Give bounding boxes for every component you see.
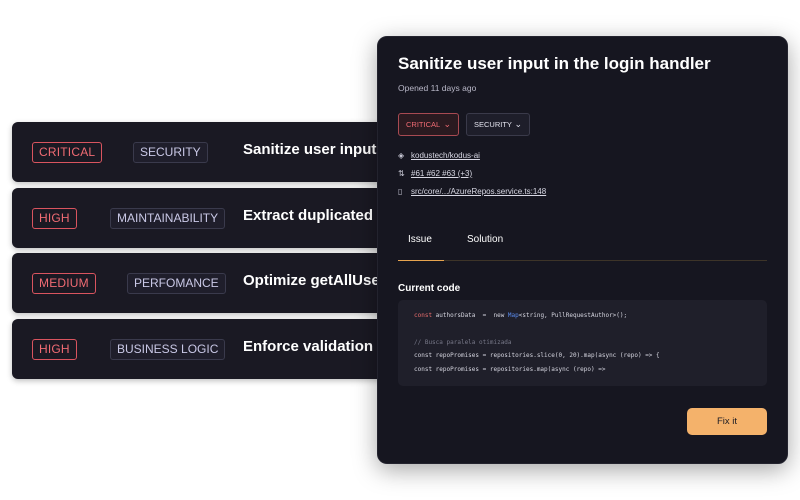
tab-issue[interactable]: Issue <box>408 234 432 245</box>
issue-row[interactable]: HIGH BUSINESS LOGIC Enforce validation o… <box>12 319 432 379</box>
category-badge: MAINTAINABILITY <box>110 208 226 229</box>
severity-select[interactable]: CRITICAL ⌄ <box>398 113 459 136</box>
panel-title: Sanitize user input in the login handler <box>398 54 711 73</box>
severity-badge: HIGH <box>32 208 77 229</box>
issue-title: Optimize getAllUsers <box>243 272 394 289</box>
code-line: const authorsData = new Map<string, Pull… <box>414 312 628 319</box>
issue-detail-panel: Sanitize user input in the login handler… <box>377 36 788 464</box>
code-comment: // Busca paralela otimizada <box>414 339 512 346</box>
file-row: ▯ src/core/.../AzureRepos.service.ts:148 <box>398 187 546 199</box>
issue-row[interactable]: HIGH MAINTAINABILITY Extract duplicated … <box>12 188 432 248</box>
tab-solution[interactable]: Solution <box>467 234 503 245</box>
opened-date: Opened 11 days ago <box>398 83 477 93</box>
tab-divider <box>398 260 767 261</box>
fix-it-button[interactable]: Fix it <box>687 408 767 435</box>
pull-requests-row: ⇅ #61 #62 #63 (+3) <box>398 169 472 181</box>
category-badge: SECURITY <box>133 142 208 163</box>
category-select-value: SECURITY <box>474 120 512 129</box>
severity-badge: HIGH <box>32 339 77 360</box>
branch-icon: ◈ <box>398 151 405 160</box>
severity-select-value: CRITICAL <box>406 120 441 129</box>
code-line: const repoPromises = repositories.map(as… <box>414 366 606 373</box>
file-icon: ▯ <box>398 187 403 196</box>
category-badge: PERFOMANCE <box>127 273 226 294</box>
issue-row[interactable]: MEDIUM PERFOMANCE Optimize getAllUsers <box>12 253 432 313</box>
issue-title: Enforce validation on <box>243 338 396 355</box>
pull-request-links[interactable]: #61 #62 #63 (+3) <box>411 169 472 178</box>
issue-row[interactable]: CRITICAL SECURITY Sanitize user input in… <box>12 122 432 182</box>
chevron-down-icon: ⌄ <box>514 119 522 129</box>
code-line: const repoPromises = repositories.slice(… <box>414 352 660 359</box>
current-code-label: Current code <box>398 283 461 294</box>
file-path-link[interactable]: src/core/.../AzureRepos.service.ts:148 <box>411 187 546 196</box>
category-select[interactable]: SECURITY ⌄ <box>466 113 530 136</box>
severity-badge: MEDIUM <box>32 273 96 294</box>
code-block: const authorsData = new Map<string, Pull… <box>398 300 767 386</box>
repo-link[interactable]: kodustech/kodus-ai <box>411 151 480 160</box>
tab-active-indicator <box>398 260 444 261</box>
repo-row: ◈ kodustech/kodus-ai <box>398 151 480 163</box>
chevron-down-icon: ⌄ <box>443 119 451 129</box>
category-badge: BUSINESS LOGIC <box>110 339 226 360</box>
severity-badge: CRITICAL <box>32 142 103 163</box>
pull-request-icon: ⇅ <box>398 169 405 178</box>
